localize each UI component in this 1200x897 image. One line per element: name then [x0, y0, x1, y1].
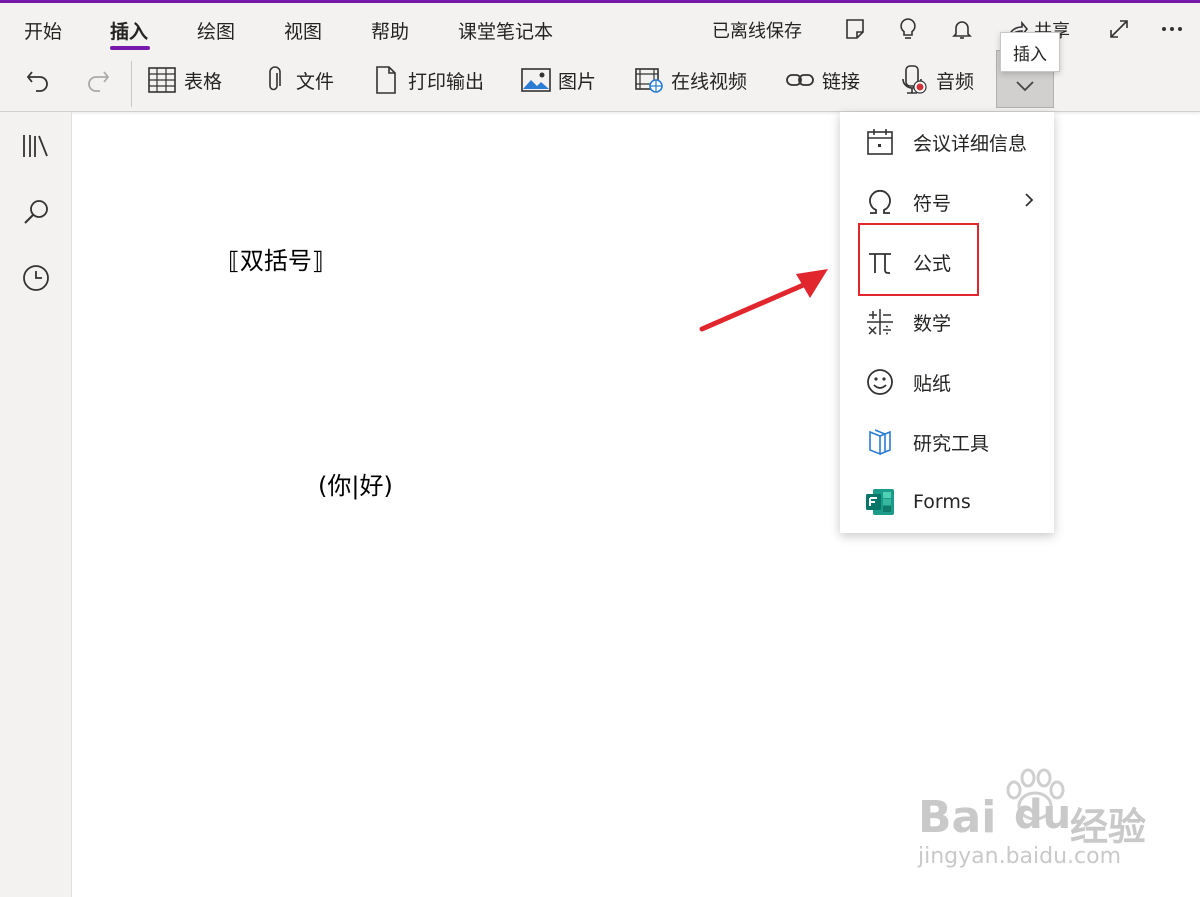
watermark-url: jingyan.baidu.com — [918, 844, 1122, 869]
insert-file-button[interactable]: 文件 — [258, 58, 334, 102]
file-label: 文件 — [296, 70, 335, 93]
forms-logo-icon — [864, 486, 896, 518]
toolbar-separator — [131, 61, 132, 107]
sticker-label: 贴纸 — [913, 372, 952, 395]
watermark-brand-du: du — [1014, 792, 1072, 838]
research-books-icon — [864, 426, 896, 458]
tab-help[interactable]: 帮助 — [371, 17, 409, 44]
note-text-parentheses[interactable]: (你|好) — [318, 466, 393, 501]
tab-class-notebook[interactable]: 课堂笔记本 — [458, 17, 553, 44]
tab-home[interactable]: 开始 — [24, 17, 62, 44]
online-video-icon — [633, 64, 665, 96]
table-label: 表格 — [184, 70, 223, 93]
insert-tooltip: 插入 — [1000, 32, 1060, 72]
watermark-brand: Bai — [918, 792, 997, 843]
tab-draw[interactable]: 绘图 — [197, 17, 235, 44]
lightbulb-icon[interactable] — [894, 15, 922, 43]
paperclip-icon — [258, 64, 290, 96]
tab-view[interactable]: 视图 — [284, 17, 322, 44]
insert-table-button[interactable]: 表格 — [146, 58, 222, 102]
link-icon — [784, 64, 816, 96]
more-options-icon[interactable] — [1158, 15, 1186, 43]
menu-item-meeting-details[interactable]: 会议详细信息 — [840, 112, 1054, 172]
notebooks-icon[interactable] — [20, 130, 52, 162]
tab-insert[interactable]: 插入 — [110, 17, 148, 44]
audio-icon — [898, 64, 930, 96]
chevron-right-icon — [1024, 192, 1034, 212]
link-label: 链接 — [822, 70, 861, 93]
printout-label: 打印输出 — [408, 70, 485, 93]
meeting-details-label: 会议详细信息 — [913, 132, 1028, 155]
menu-item-forms[interactable]: Forms — [840, 472, 1054, 532]
active-tab-indicator — [110, 46, 150, 50]
insert-audio-button[interactable]: 音频 — [898, 58, 974, 102]
omega-icon — [864, 186, 896, 218]
audio-label: 音频 — [936, 70, 975, 93]
insert-printout-button[interactable]: 打印输出 — [370, 58, 484, 102]
watermark-jingyan: 经验 — [1070, 805, 1147, 849]
redo-button[interactable] — [82, 58, 114, 102]
save-status: 已离线保存 — [712, 21, 802, 42]
research-label: 研究工具 — [913, 432, 990, 455]
menu-item-sticker[interactable]: 贴纸 — [840, 352, 1054, 412]
math-operators-icon — [864, 306, 896, 338]
baidu-watermark: Bai du 经验 jingyan.baidu.com — [918, 768, 1158, 878]
redo-icon — [82, 64, 114, 96]
smiley-icon — [864, 366, 896, 398]
document-icon — [370, 64, 402, 96]
insert-link-button[interactable]: 链接 — [784, 58, 860, 102]
equation-highlight-box — [858, 223, 979, 296]
undo-icon — [22, 64, 54, 96]
note-text-double-brackets[interactable]: ⟦双括号⟧ — [228, 241, 324, 276]
sticky-notes-icon[interactable] — [841, 15, 869, 43]
menu-item-math[interactable]: 数学 — [840, 292, 1054, 352]
insert-dropdown-menu: 会议详细信息 符号 公式 数学 贴纸 研究工具 Forms — [840, 112, 1054, 533]
expand-icon[interactable] — [1105, 15, 1133, 43]
insert-picture-button[interactable]: 图片 — [520, 58, 596, 102]
chevron-down-icon — [1016, 76, 1034, 95]
math-label: 数学 — [913, 312, 952, 335]
forms-label: Forms — [913, 491, 971, 513]
undo-button[interactable] — [22, 58, 54, 102]
table-icon — [146, 64, 178, 96]
picture-label: 图片 — [558, 70, 597, 93]
insert-online-video-button[interactable]: 在线视频 — [633, 58, 747, 102]
navigation-rail — [0, 112, 72, 897]
annotation-arrow — [699, 269, 828, 332]
menu-item-research[interactable]: 研究工具 — [840, 412, 1054, 472]
calendar-icon — [864, 126, 896, 158]
symbol-label: 符号 — [913, 192, 952, 215]
picture-icon — [520, 64, 552, 96]
bell-icon[interactable] — [948, 15, 976, 43]
search-icon[interactable] — [20, 196, 52, 228]
online-video-label: 在线视频 — [671, 70, 748, 93]
recent-clock-icon[interactable] — [20, 262, 52, 294]
